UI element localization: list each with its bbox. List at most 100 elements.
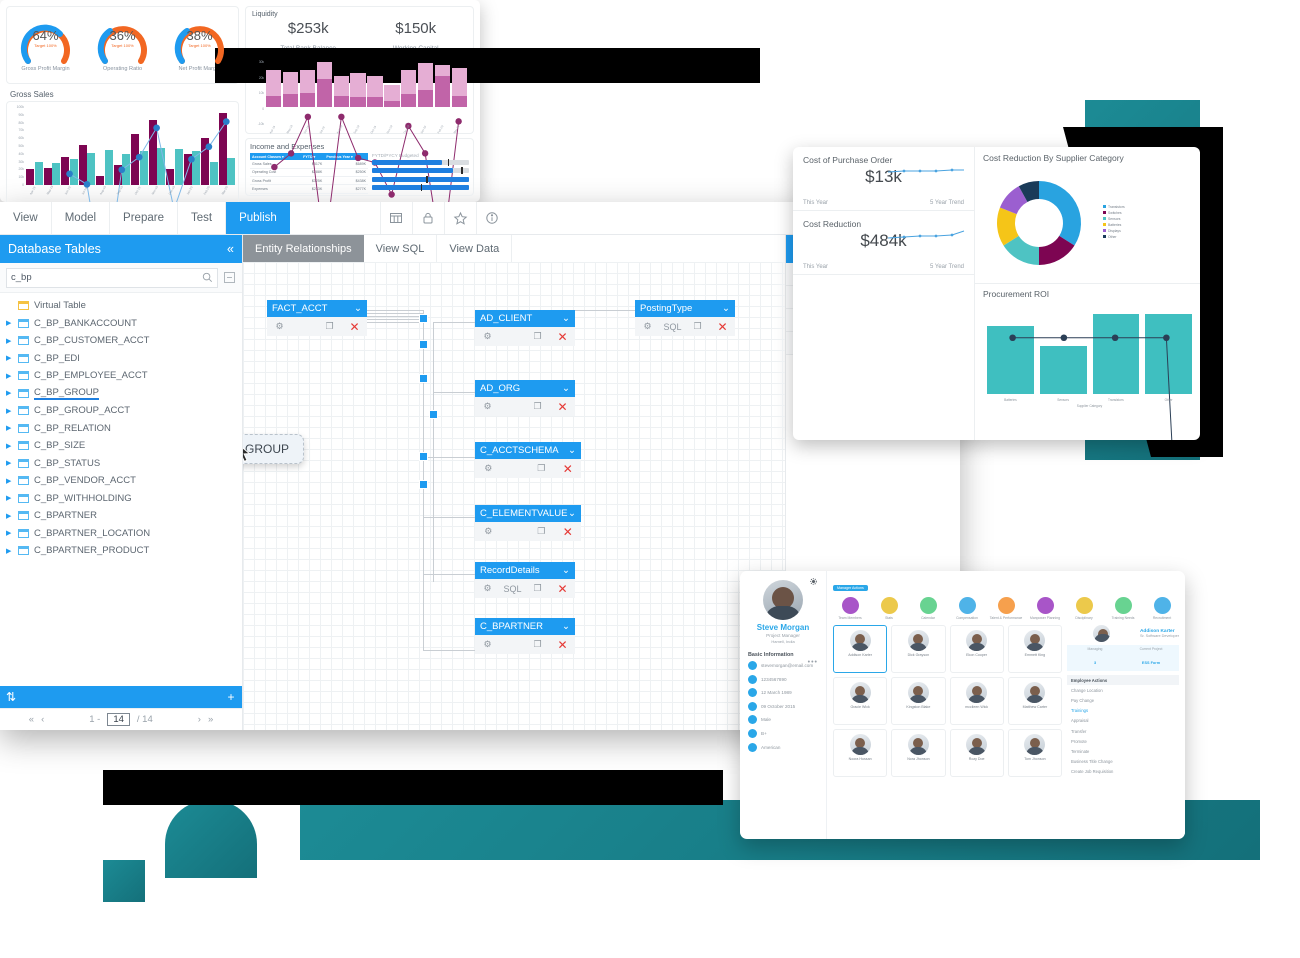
node-toolbar[interactable]: ⚙ SQL ❐ ✕: [635, 317, 735, 336]
entity-node-c_acctschema[interactable]: C_ACCTSCHEMA ⌄ ⚙ ❐ ✕: [475, 442, 581, 478]
table-list-item[interactable]: ▶ C_BP_STATUS: [0, 455, 242, 473]
employee-card[interactable]: mcclieen Wick: [949, 677, 1004, 726]
chevron-down-icon[interactable]: ⌄: [562, 565, 570, 576]
expand-arrow-icon[interactable]: ▶: [6, 459, 13, 467]
canvas-tabs[interactable]: Entity Relationships View SQL View Data: [243, 235, 785, 262]
table-list-item[interactable]: ▶ C_BP_EMPLOYEE_ACCT: [0, 367, 242, 385]
employee-action-item[interactable]: Appraisal: [1067, 716, 1179, 726]
manager-action-calendar[interactable]: Calendar: [911, 597, 945, 620]
expand-arrow-icon[interactable]: ▶: [6, 407, 13, 415]
table-list-item[interactable]: ▶ C_BP_WITHHOLDING: [0, 490, 242, 508]
chevron-down-icon[interactable]: ⌄: [354, 303, 362, 314]
join-handle[interactable]: [429, 410, 438, 419]
manager-action-disciplinary[interactable]: Disciplinary: [1067, 597, 1101, 620]
search-icon[interactable]: [202, 272, 213, 283]
table-list-item[interactable]: ▶ C_BP_SIZE: [0, 437, 242, 455]
chevron-down-icon[interactable]: ⌄: [562, 621, 570, 632]
node-close-icon[interactable]: ✕: [555, 525, 582, 539]
employee-actions-list[interactable]: Change Location Pay Change Trainings Apprai…: [1067, 685, 1179, 777]
node-settings-icon[interactable]: ⚙: [267, 321, 292, 332]
table-list-item[interactable]: ▶ C_BP_BANKACCOUNT: [0, 315, 242, 333]
expand-arrow-icon[interactable]: ▶: [6, 442, 13, 450]
menu-item-publish[interactable]: Publish: [226, 202, 290, 234]
employee-action-item[interactable]: Pay Change: [1067, 695, 1179, 705]
entity-node-fact_acct[interactable]: FACT_ACCT ⌄ ⚙ ❐ ✕: [267, 300, 367, 336]
table-list-item[interactable]: Virtual Table: [0, 297, 242, 315]
node-toolbar[interactable]: ⚙ SQL ❐ ✕: [475, 579, 575, 598]
table-icon[interactable]: [379, 202, 412, 234]
menu-item-prepare[interactable]: Prepare: [110, 202, 178, 234]
search-input[interactable]: c_bp: [6, 267, 218, 288]
entity-relationship-canvas[interactable]: FACT_ACCT ⌄ ⚙ ❐ ✕ AD_CLIENT ⌄ ⚙ ❐ ✕ Post…: [243, 262, 785, 730]
node-sql-button[interactable]: SQL: [660, 322, 685, 332]
employee-card[interactable]: Dick Grayson: [891, 625, 946, 674]
star-icon[interactable]: [443, 202, 476, 234]
manpower-icon[interactable]: [1036, 597, 1054, 614]
table-list-item[interactable]: ▶ C_BP_RELATION: [0, 420, 242, 438]
entity-node-c_elementvalue[interactable]: C_ELEMENTVALUE ⌄ ⚙ ❐ ✕: [475, 505, 581, 541]
node-toolbar[interactable]: ⚙ ❐ ✕: [475, 459, 581, 478]
node-toolbar[interactable]: ⚙ ❐ ✕: [475, 522, 581, 541]
node-close-icon[interactable]: ✕: [342, 320, 367, 334]
node-settings-icon[interactable]: ⚙: [475, 526, 502, 537]
node-copy-icon[interactable]: ❐: [685, 321, 710, 332]
manager-action-recruitment[interactable]: Recruitment: [1145, 597, 1179, 620]
employee-action-item[interactable]: Change Location: [1067, 685, 1179, 695]
expand-arrow-icon[interactable]: ▶: [6, 319, 13, 327]
table-list-item[interactable]: ▶ C_BPARTNER_LOCATION: [0, 525, 242, 543]
node-header[interactable]: AD_ORG ⌄: [475, 380, 575, 397]
expand-arrow-icon[interactable]: ▶: [6, 354, 13, 362]
manager-action-training-needs[interactable]: Training Needs: [1106, 597, 1140, 620]
chevron-down-icon[interactable]: ⌄: [562, 383, 570, 394]
node-settings-icon[interactable]: ⚙: [635, 321, 660, 332]
node-settings-icon[interactable]: ⚙: [475, 463, 502, 474]
node-close-icon[interactable]: ✕: [550, 582, 575, 596]
manager-action-talent-performance[interactable]: Talent & Performance: [989, 597, 1023, 620]
node-header[interactable]: C_ELEMENTVALUE ⌄: [475, 505, 581, 522]
node-toolbar[interactable]: ⚙ ❐ ✕: [475, 635, 575, 654]
table-list-item[interactable]: ▶ C_BP_CUSTOMER_ACCT: [0, 332, 242, 350]
sync-icon[interactable]: ⇅: [0, 690, 22, 704]
expand-arrow-icon[interactable]: ▶: [6, 337, 13, 345]
node-header[interactable]: FACT_ACCT ⌄: [267, 300, 367, 317]
tab-view-sql[interactable]: View SQL: [364, 235, 438, 262]
chevron-down-icon[interactable]: ⌄: [568, 508, 576, 519]
manager-action-manpower-planning[interactable]: Manpower Planning: [1028, 597, 1062, 620]
collapse-sidebar-icon[interactable]: «: [227, 242, 234, 256]
node-header[interactable]: C_BPARTNER ⌄: [475, 618, 575, 635]
chevron-down-icon[interactable]: ⌄: [562, 313, 570, 324]
table-list-item[interactable]: ▶ C_BPARTNER_PRODUCT: [0, 542, 242, 560]
entity-node-ad_org[interactable]: AD_ORG ⌄ ⚙ ❐ ✕: [475, 380, 575, 416]
manager-action-stats[interactable]: Stats: [872, 597, 906, 620]
employee-action-item[interactable]: Promote: [1067, 736, 1179, 746]
node-header[interactable]: C_ACCTSCHEMA ⌄: [475, 442, 581, 459]
entity-node-recorddetails[interactable]: RecordDetails ⌄ ⚙ SQL ❐ ✕: [475, 562, 575, 598]
chevron-down-icon[interactable]: ⌄: [722, 303, 730, 314]
table-list-item[interactable]: ▶ C_BP_EDI: [0, 350, 242, 368]
join-handle[interactable]: [419, 374, 428, 383]
info-icon[interactable]: [475, 202, 508, 234]
chevron-down-icon[interactable]: ⌄: [568, 445, 576, 456]
employee-card[interactable]: Kingston Blake: [891, 677, 946, 726]
employee-card[interactable]: Addison Karter: [833, 625, 888, 674]
menu-item-test[interactable]: Test: [178, 202, 227, 234]
employee-people-grid[interactable]: Addison Karter Dick Grayson Ekon Cooper …: [833, 625, 1062, 777]
pager-last-button[interactable]: »: [208, 714, 213, 725]
node-toolbar[interactable]: ⚙ ❐ ✕: [475, 397, 575, 416]
node-header[interactable]: AD_CLIENT ⌄: [475, 310, 575, 327]
table-list-item[interactable]: ▶ C_BP_GROUP: [0, 385, 242, 403]
expand-arrow-icon[interactable]: ▶: [6, 424, 13, 432]
join-handle[interactable]: [419, 340, 428, 349]
employee-action-item[interactable]: Business Title Change: [1067, 757, 1179, 767]
expand-arrow-icon[interactable]: ▶: [6, 389, 13, 397]
node-copy-icon[interactable]: ❐: [317, 321, 342, 332]
node-close-icon[interactable]: ✕: [710, 320, 735, 334]
node-copy-icon[interactable]: ❐: [525, 639, 550, 650]
employee-card[interactable]: Noora Hussan: [833, 729, 888, 777]
node-settings-icon[interactable]: ⚙: [475, 331, 500, 342]
node-header[interactable]: PostingType ⌄: [635, 300, 735, 317]
pager-prev-button[interactable]: ‹: [41, 714, 44, 725]
node-close-icon[interactable]: ✕: [550, 400, 575, 414]
table-list-item[interactable]: ▶ C_BPARTNER: [0, 507, 242, 525]
menu-item-view[interactable]: View: [0, 202, 52, 234]
